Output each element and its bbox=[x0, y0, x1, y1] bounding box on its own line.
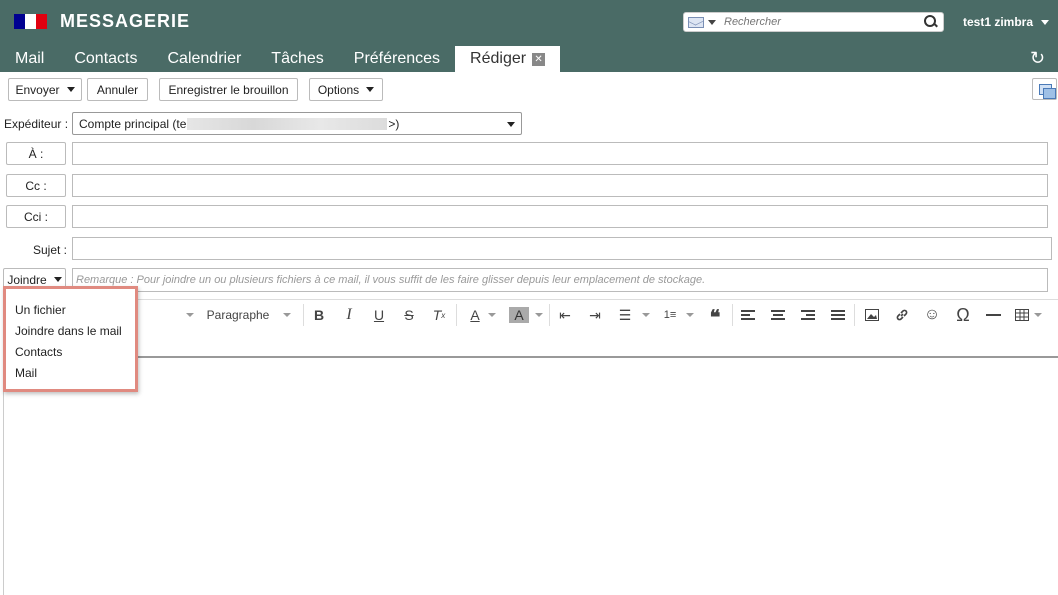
mail-envelope-icon[interactable] bbox=[688, 16, 704, 28]
attach-note: Remarque : Pour joindre un ou plusieurs … bbox=[72, 268, 1048, 292]
chevron-down-icon bbox=[366, 87, 375, 92]
horizontal-line-icon[interactable] bbox=[983, 306, 1003, 324]
tab-mail[interactable]: Mail bbox=[0, 46, 59, 72]
cancel-button[interactable]: Annuler bbox=[87, 78, 148, 101]
cc-field[interactable] bbox=[72, 174, 1048, 197]
link-icon[interactable] bbox=[893, 306, 911, 324]
save-draft-button[interactable]: Enregistrer le brouillon bbox=[159, 78, 298, 101]
menu-item-contacts[interactable]: Contacts bbox=[15, 345, 62, 359]
align-left-icon[interactable] bbox=[739, 306, 757, 324]
chevron-down-icon bbox=[1041, 19, 1050, 25]
numbered-list-caret-icon[interactable] bbox=[685, 306, 695, 324]
bold-icon[interactable]: B bbox=[310, 306, 328, 324]
logo-flag-icon bbox=[14, 14, 47, 29]
tab-preferences[interactable]: Préférences bbox=[339, 46, 455, 72]
tab-compose-label: Rédiger bbox=[470, 50, 527, 67]
align-right-icon[interactable] bbox=[799, 306, 817, 324]
strikethrough-icon[interactable]: S bbox=[400, 306, 418, 324]
search-box[interactable] bbox=[683, 12, 944, 32]
cc-button[interactable]: Cc : bbox=[6, 174, 66, 197]
menu-item-attach-in-mail[interactable]: Joindre dans le mail bbox=[15, 324, 122, 338]
subject-label: Sujet : bbox=[33, 243, 68, 257]
background-color-icon[interactable]: A bbox=[509, 307, 529, 323]
sender-select[interactable]: Compte principal (te >) bbox=[72, 112, 522, 135]
subject-field[interactable] bbox=[72, 237, 1052, 260]
emoji-icon[interactable]: ☺ bbox=[923, 306, 941, 324]
blockquote-icon[interactable]: ❝ bbox=[706, 307, 724, 329]
send-button[interactable]: Envoyer bbox=[8, 78, 82, 101]
chevron-down-icon bbox=[507, 122, 515, 127]
tab-contacts[interactable]: Contacts bbox=[59, 46, 152, 72]
table-caret-icon[interactable] bbox=[1033, 306, 1043, 324]
menu-item-file[interactable]: Un fichier bbox=[15, 303, 66, 317]
tab-compose[interactable]: Rédiger ✕ bbox=[455, 46, 561, 72]
bullet-list-caret-icon[interactable] bbox=[641, 306, 651, 324]
sender-value-suffix: >) bbox=[388, 116, 400, 131]
options-button-label: Options bbox=[317, 82, 360, 97]
refresh-icon[interactable]: ↻ bbox=[1030, 49, 1048, 67]
align-center-icon[interactable] bbox=[769, 306, 787, 324]
message-body-editor[interactable] bbox=[3, 356, 1058, 595]
send-button-label: Envoyer bbox=[15, 82, 60, 97]
numbered-list-icon[interactable]: 1≡ bbox=[661, 306, 679, 324]
to-button[interactable]: À : bbox=[6, 142, 66, 165]
app-tabs: Mail Contacts Calendrier Tâches Préféren… bbox=[0, 46, 561, 72]
search-scope-caret-icon[interactable] bbox=[708, 19, 716, 25]
justify-icon[interactable] bbox=[829, 306, 847, 324]
search-icon[interactable] bbox=[923, 14, 939, 30]
sender-value-prefix: Compte principal (te bbox=[79, 116, 187, 131]
chevron-down-icon bbox=[53, 277, 62, 282]
text-color-icon[interactable]: A bbox=[463, 306, 487, 324]
options-button[interactable]: Options bbox=[309, 78, 383, 101]
search-input[interactable] bbox=[724, 16, 923, 28]
sender-label: Expéditeur : bbox=[4, 117, 69, 131]
paragraph-label: Paragraphe bbox=[206, 308, 270, 322]
bcc-field[interactable] bbox=[72, 205, 1048, 228]
bullet-list-icon[interactable]: ☰ bbox=[616, 306, 634, 324]
indent-icon[interactable]: ⇥ bbox=[586, 306, 604, 324]
italic-icon[interactable]: I bbox=[340, 306, 358, 324]
close-icon[interactable]: ✕ bbox=[532, 52, 546, 66]
special-char-icon[interactable]: Ω bbox=[953, 305, 973, 325]
underline-icon[interactable]: U bbox=[370, 306, 388, 324]
tab-calendar[interactable]: Calendrier bbox=[152, 46, 256, 72]
text-color-caret-icon[interactable] bbox=[487, 306, 497, 324]
bg-color-caret-icon[interactable] bbox=[534, 306, 544, 324]
chevron-down-icon bbox=[66, 87, 75, 92]
attach-menu: Un fichier Joindre dans le mail Contacts… bbox=[3, 286, 138, 392]
font-size-caret-icon[interactable] bbox=[185, 306, 195, 324]
outdent-icon[interactable]: ⇤ bbox=[556, 306, 574, 324]
editor-toolbar: Paragraphe B I U S Tx A A ⇤ ⇥ ☰ 1≡ ❝ ☺ Ω bbox=[3, 299, 1058, 329]
clear-format-icon[interactable]: Tx bbox=[430, 306, 448, 324]
menu-item-mail[interactable]: Mail bbox=[15, 366, 37, 380]
table-icon[interactable] bbox=[1013, 306, 1031, 324]
bcc-button[interactable]: Cci : bbox=[6, 205, 66, 228]
paragraph-select[interactable]: Paragraphe bbox=[206, 306, 292, 324]
tab-tasks[interactable]: Tâches bbox=[256, 46, 338, 72]
image-icon[interactable] bbox=[863, 306, 881, 324]
redacted-email bbox=[187, 117, 388, 130]
window-layout-icon[interactable] bbox=[1032, 78, 1057, 100]
app-header: MESSAGERIE test1 zimbra Mail Contacts Ca… bbox=[0, 0, 1058, 72]
attach-button-label: Joindre bbox=[7, 272, 47, 287]
user-name: test1 zimbra bbox=[963, 15, 1034, 29]
app-title: MESSAGERIE bbox=[60, 11, 191, 31]
to-field[interactable] bbox=[72, 142, 1048, 165]
user-menu[interactable]: test1 zimbra bbox=[963, 15, 1050, 29]
